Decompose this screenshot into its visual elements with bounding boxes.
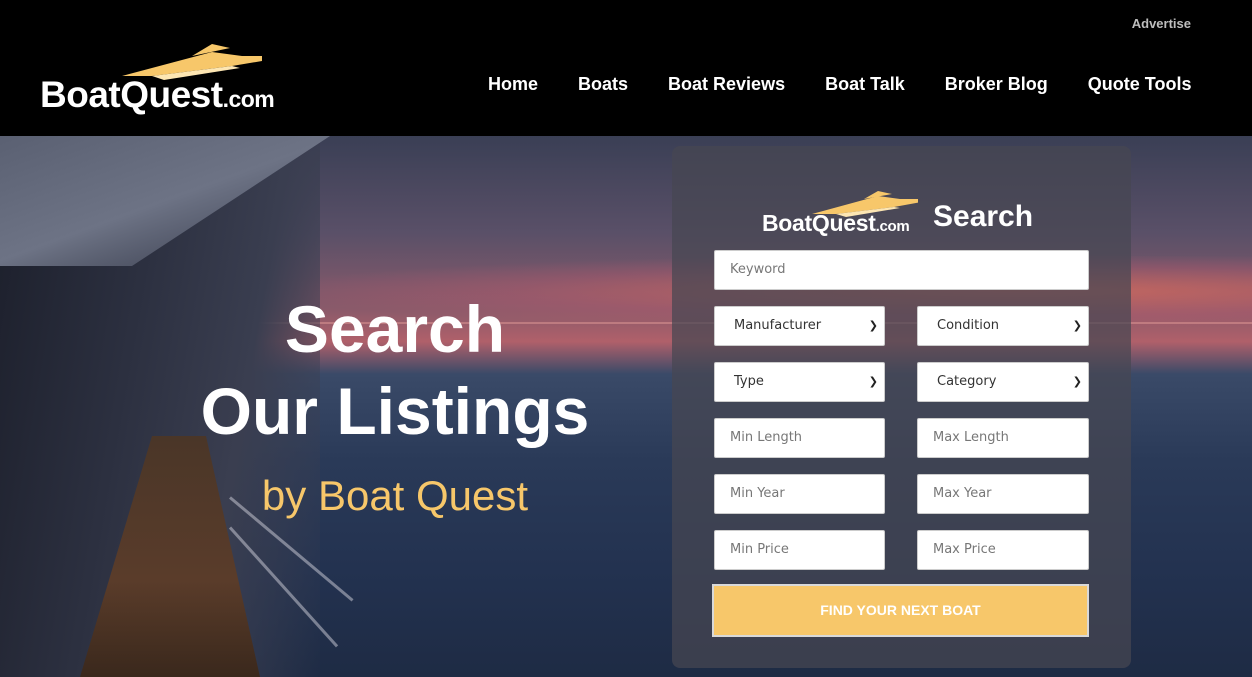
chevron-down-icon: ❯ (1072, 319, 1082, 332)
chevron-down-icon: ❯ (868, 375, 878, 388)
category-select-value: Category (937, 374, 997, 389)
max-price-input[interactable]: Max Price (917, 530, 1089, 570)
min-price-input[interactable]: Min Price (714, 530, 885, 570)
find-boat-button[interactable]: FIND YOUR NEXT BOAT (712, 584, 1089, 637)
nav-broker-blog[interactable]: Broker Blog (945, 74, 1048, 95)
condition-select-value: Condition (937, 318, 1000, 333)
site-logo[interactable]: BoatQuest.com (40, 42, 300, 122)
hero-title-line2: Our Listings (200, 374, 590, 448)
search-panel: BoatQuest.com Search Keyword Manufacture… (672, 146, 1131, 668)
max-length-input[interactable]: Max Length (917, 418, 1089, 458)
nav-boat-talk[interactable]: Boat Talk (825, 74, 905, 95)
site-header: Advertise BoatQuest.com Home Boats Boat … (0, 0, 1252, 136)
condition-select[interactable]: Condition ❯ (917, 306, 1089, 346)
manufacturer-select-value: Manufacturer (734, 318, 822, 333)
category-select[interactable]: Category ❯ (917, 362, 1089, 402)
chevron-down-icon: ❯ (1072, 375, 1082, 388)
logo-wordmark: BoatQuest.com (40, 74, 275, 115)
advertise-link[interactable]: Advertise (1132, 16, 1191, 31)
keyword-input[interactable]: Keyword (714, 250, 1089, 290)
hero-title-line1: Search (284, 292, 506, 366)
hero-subtitle: by Boat Quest (261, 472, 529, 519)
nav-quote-tools[interactable]: Quote Tools (1088, 74, 1192, 95)
min-year-input[interactable]: Min Year (714, 474, 885, 514)
main-nav: Home Boats Boat Reviews Boat Talk Broker… (488, 74, 1191, 95)
nav-home[interactable]: Home (488, 74, 538, 95)
hero-section: Search Our Listings by Boat Quest BoatQu… (0, 136, 1252, 677)
type-select[interactable]: Type ❯ (714, 362, 885, 402)
max-year-input[interactable]: Max Year (917, 474, 1089, 514)
min-length-input[interactable]: Min Length (714, 418, 885, 458)
search-panel-header: BoatQuest.com Search (762, 190, 1052, 240)
type-select-value: Type (734, 374, 764, 389)
search-panel-logo: BoatQuest.com (762, 210, 910, 236)
nav-boat-reviews[interactable]: Boat Reviews (668, 74, 785, 95)
chevron-down-icon: ❯ (868, 319, 878, 332)
nav-boats[interactable]: Boats (578, 74, 628, 95)
hero-title: Search Our Listings (180, 296, 610, 444)
search-panel-heading: Search (933, 200, 1034, 233)
manufacturer-select[interactable]: Manufacturer ❯ (714, 306, 885, 346)
